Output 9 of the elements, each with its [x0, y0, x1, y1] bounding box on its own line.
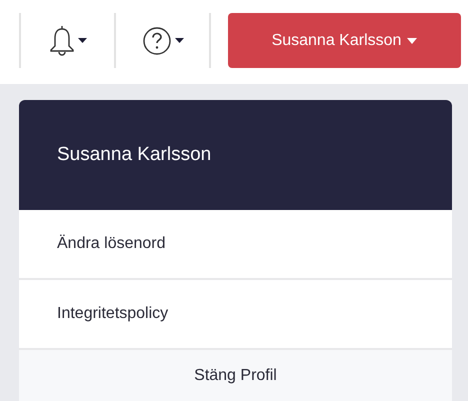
caret-icon: [78, 38, 86, 44]
help-icon: [142, 26, 172, 56]
menu-item[interactable]: Ändra lösenord: [19, 210, 452, 280]
caret-icon: [407, 38, 418, 44]
user-name: Susanna Karlsson: [57, 142, 212, 167]
user-menu-button[interactable]: Susanna Karlsson: [228, 13, 461, 68]
close-profile-button[interactable]: Stäng Profil: [19, 350, 452, 401]
bell-icon: [48, 24, 74, 58]
caret-icon: [174, 38, 184, 44]
